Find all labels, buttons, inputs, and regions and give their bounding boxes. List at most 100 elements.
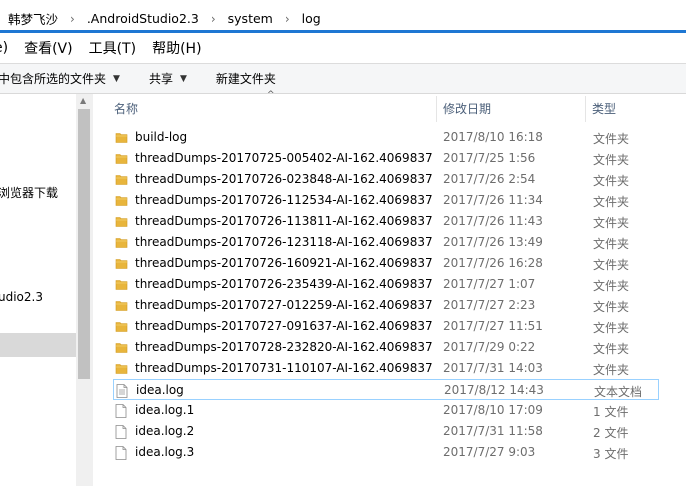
breadcrumb-item-log[interactable]: log — [300, 11, 323, 26]
file-list[interactable]: ^ 名称 修改日期 类型 build-log 2017/8/10 16:18 文件夹… — [93, 90, 686, 486]
file-row[interactable]: threadDumps-20170726-113811-AI-162.40698… — [113, 211, 686, 232]
file-name: idea.log.1 — [135, 403, 195, 417]
share-button[interactable]: 共享 ▼ — [149, 70, 187, 87]
file-name: build-log — [135, 130, 188, 144]
file-row-selected[interactable]: idea.log 2017/8/12 14:43 文本文档 — [113, 379, 659, 400]
file-type: 文本文档 — [594, 385, 643, 399]
file-type: 文件夹 — [593, 342, 630, 356]
file-date: 2017/7/26 2:54 — [443, 172, 536, 186]
file-date: 2017/7/26 16:28 — [443, 256, 543, 270]
breadcrumb-item-user[interactable]: 韩梦飞沙 — [6, 9, 60, 28]
file-row[interactable]: threadDumps-20170727-091637-AI-162.40698… — [113, 316, 686, 337]
new-folder-label: 新建文件夹 — [215, 72, 276, 86]
file-name: threadDumps-20170726-123118-AI-162.40698… — [135, 235, 433, 249]
breadcrumb-chevron-icon[interactable]: › — [275, 12, 300, 26]
include-in-library-label: 中包含所选的文件夹 — [0, 72, 107, 86]
column-header-type[interactable]: 类型 — [592, 100, 616, 117]
file-date: 2017/7/29 0:22 — [443, 340, 536, 354]
file-type: 文件夹 — [593, 216, 630, 230]
file-name: threadDumps-20170725-005402-AI-162.40698… — [135, 151, 433, 165]
menu-view[interactable]: 查看(V) — [16, 38, 81, 58]
file-row[interactable]: threadDumps-20170728-232820-AI-162.40698… — [113, 337, 686, 358]
column-header-date[interactable]: 修改日期 — [443, 100, 491, 117]
file-row[interactable]: threadDumps-20170726-023848-AI-162.40698… — [113, 169, 686, 190]
file-type: 文件夹 — [593, 132, 630, 146]
file-name: threadDumps-20170726-112534-AI-162.40698… — [135, 193, 433, 207]
column-divider[interactable] — [585, 96, 586, 122]
nav-item-selected[interactable] — [0, 333, 76, 357]
command-bar: 中包含所选的文件夹 ▼ 共享 ▼ 新建文件夹 — [0, 64, 686, 94]
file-date: 2017/7/27 2:23 — [443, 298, 536, 312]
folder-icon — [115, 194, 128, 208]
nav-item-browser-downloads[interactable]: 浏览器下载 — [0, 182, 76, 204]
folder-icon — [115, 257, 128, 271]
file-date: 2017/7/26 13:49 — [443, 235, 543, 249]
file-row[interactable]: threadDumps-20170731-110107-AI-162.40698… — [113, 358, 686, 379]
breadcrumb-chevron-icon[interactable]: › — [201, 12, 226, 26]
column-divider[interactable] — [436, 96, 437, 122]
folder-icon — [115, 299, 128, 313]
text-file-icon — [116, 384, 128, 398]
navigation-pane[interactable]: 浏览器下载 udio2.3 — [0, 94, 76, 486]
file-name: threadDumps-20170731-110107-AI-162.40698… — [135, 361, 433, 375]
file-row[interactable]: threadDumps-20170727-012259-AI-162.40698… — [113, 295, 686, 316]
breadcrumb-item-androidstudio[interactable]: .AndroidStudio2.3 — [85, 11, 201, 26]
folder-icon — [115, 320, 128, 334]
file-name: idea.log — [136, 383, 184, 397]
file-row[interactable]: threadDumps-20170726-123118-AI-162.40698… — [113, 232, 686, 253]
file-name: threadDumps-20170726-113811-AI-162.40698… — [135, 214, 433, 228]
folder-icon — [115, 131, 128, 145]
file-type: 文件夹 — [593, 279, 630, 293]
folder-icon — [115, 278, 128, 292]
file-name: threadDumps-20170727-091637-AI-162.40698… — [135, 319, 433, 333]
menu-help[interactable]: 帮助(H) — [144, 38, 209, 58]
file-name: threadDumps-20170726-160921-AI-162.40698… — [135, 256, 433, 270]
file-row[interactable]: idea.log.1 2017/8/10 17:09 1 文件 — [113, 400, 686, 421]
file-type: 文件夹 — [593, 195, 630, 209]
include-in-library-button[interactable]: 中包含所选的文件夹 ▼ — [0, 70, 120, 87]
address-bar[interactable]: 韩梦飞沙 › .AndroidStudio2.3 › system › log — [0, 0, 686, 33]
file-date: 2017/8/12 14:43 — [444, 383, 544, 397]
nav-item-androidstudio[interactable]: udio2.3 — [0, 286, 76, 308]
folder-icon — [115, 236, 128, 250]
menu-tools[interactable]: 工具(T) — [81, 38, 144, 58]
file-date: 2017/7/31 14:03 — [443, 361, 543, 375]
file-type: 1 文件 — [593, 405, 629, 419]
share-label: 共享 — [148, 72, 173, 86]
new-folder-button[interactable]: 新建文件夹 — [216, 70, 276, 87]
folder-icon — [115, 215, 128, 229]
file-type: 3 文件 — [593, 447, 629, 461]
folder-icon — [115, 362, 128, 376]
file-date: 2017/7/27 9:03 — [443, 445, 536, 459]
file-date: 2017/8/10 17:09 — [443, 403, 543, 417]
file-icon — [115, 425, 127, 439]
menu-edit-partial[interactable]: e) — [0, 40, 16, 56]
file-date: 2017/7/27 11:51 — [443, 319, 543, 333]
column-header-name[interactable]: 名称 — [114, 100, 138, 117]
folder-icon — [115, 173, 128, 187]
file-row[interactable]: idea.log.3 2017/7/27 9:03 3 文件 — [113, 442, 686, 463]
file-row[interactable]: threadDumps-20170725-005402-AI-162.40698… — [113, 148, 686, 169]
file-row[interactable]: idea.log.2 2017/7/31 11:58 2 文件 — [113, 421, 686, 442]
breadcrumb-item-system[interactable]: system — [226, 11, 275, 26]
folder-icon — [115, 152, 128, 166]
file-date: 2017/7/26 11:43 — [443, 214, 543, 228]
scroll-up-arrow-icon[interactable]: ▲ — [80, 96, 86, 105]
breadcrumb: 韩梦飞沙 › .AndroidStudio2.3 › system › log — [6, 9, 323, 28]
sort-ascending-icon: ^ — [267, 90, 275, 100]
nav-item-label: udio2.3 — [0, 290, 43, 304]
file-name: idea.log.2 — [135, 424, 195, 438]
file-type: 文件夹 — [593, 321, 630, 335]
breadcrumb-chevron-icon[interactable]: › — [60, 12, 85, 26]
file-row[interactable]: build-log 2017/8/10 16:18 文件夹 — [113, 127, 686, 148]
file-date: 2017/8/10 16:18 — [443, 130, 543, 144]
file-name: threadDumps-20170726-023848-AI-162.40698… — [135, 172, 433, 186]
nav-scrollbar-thumb[interactable] — [78, 109, 90, 379]
file-type: 文件夹 — [593, 300, 630, 314]
file-row[interactable]: threadDumps-20170726-112534-AI-162.40698… — [113, 190, 686, 211]
file-icon — [115, 446, 127, 460]
file-row[interactable]: threadDumps-20170726-235439-AI-162.40698… — [113, 274, 686, 295]
file-row[interactable]: threadDumps-20170726-160921-AI-162.40698… — [113, 253, 686, 274]
file-type: 文件夹 — [593, 174, 630, 188]
file-type: 文件夹 — [593, 153, 630, 167]
